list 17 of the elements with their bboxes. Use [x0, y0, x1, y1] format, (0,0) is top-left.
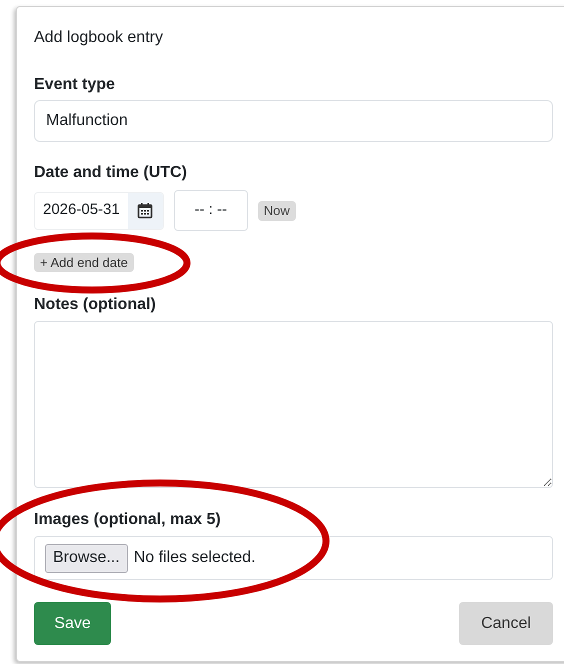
file-input-field[interactable]: Browse... No files selected.	[34, 536, 553, 580]
event-type-field[interactable]: Malfunction	[34, 100, 553, 142]
date-field[interactable]: 2026-05-31	[34, 192, 164, 230]
add-end-date-button[interactable]: + Add end date	[34, 253, 134, 272]
browse-button[interactable]: Browse...	[45, 544, 128, 572]
time-field[interactable]: -- : --	[174, 190, 248, 231]
field-label: Date and time (UTC)	[34, 163, 187, 183]
notes-field[interactable]	[34, 321, 553, 488]
file-status-text: No files selected.	[134, 548, 256, 568]
cancel-button[interactable]: Cancel	[459, 602, 553, 645]
now-button[interactable]: Now	[258, 200, 296, 220]
field-label: Notes (optional)	[34, 295, 156, 315]
field-label: Images (optional, max 5)	[34, 510, 221, 530]
calendar-icon[interactable]	[128, 192, 163, 228]
field-label: Event type	[34, 75, 115, 95]
save-button[interactable]: Save	[34, 602, 111, 645]
dialog-title: Add logbook entry	[34, 28, 163, 48]
